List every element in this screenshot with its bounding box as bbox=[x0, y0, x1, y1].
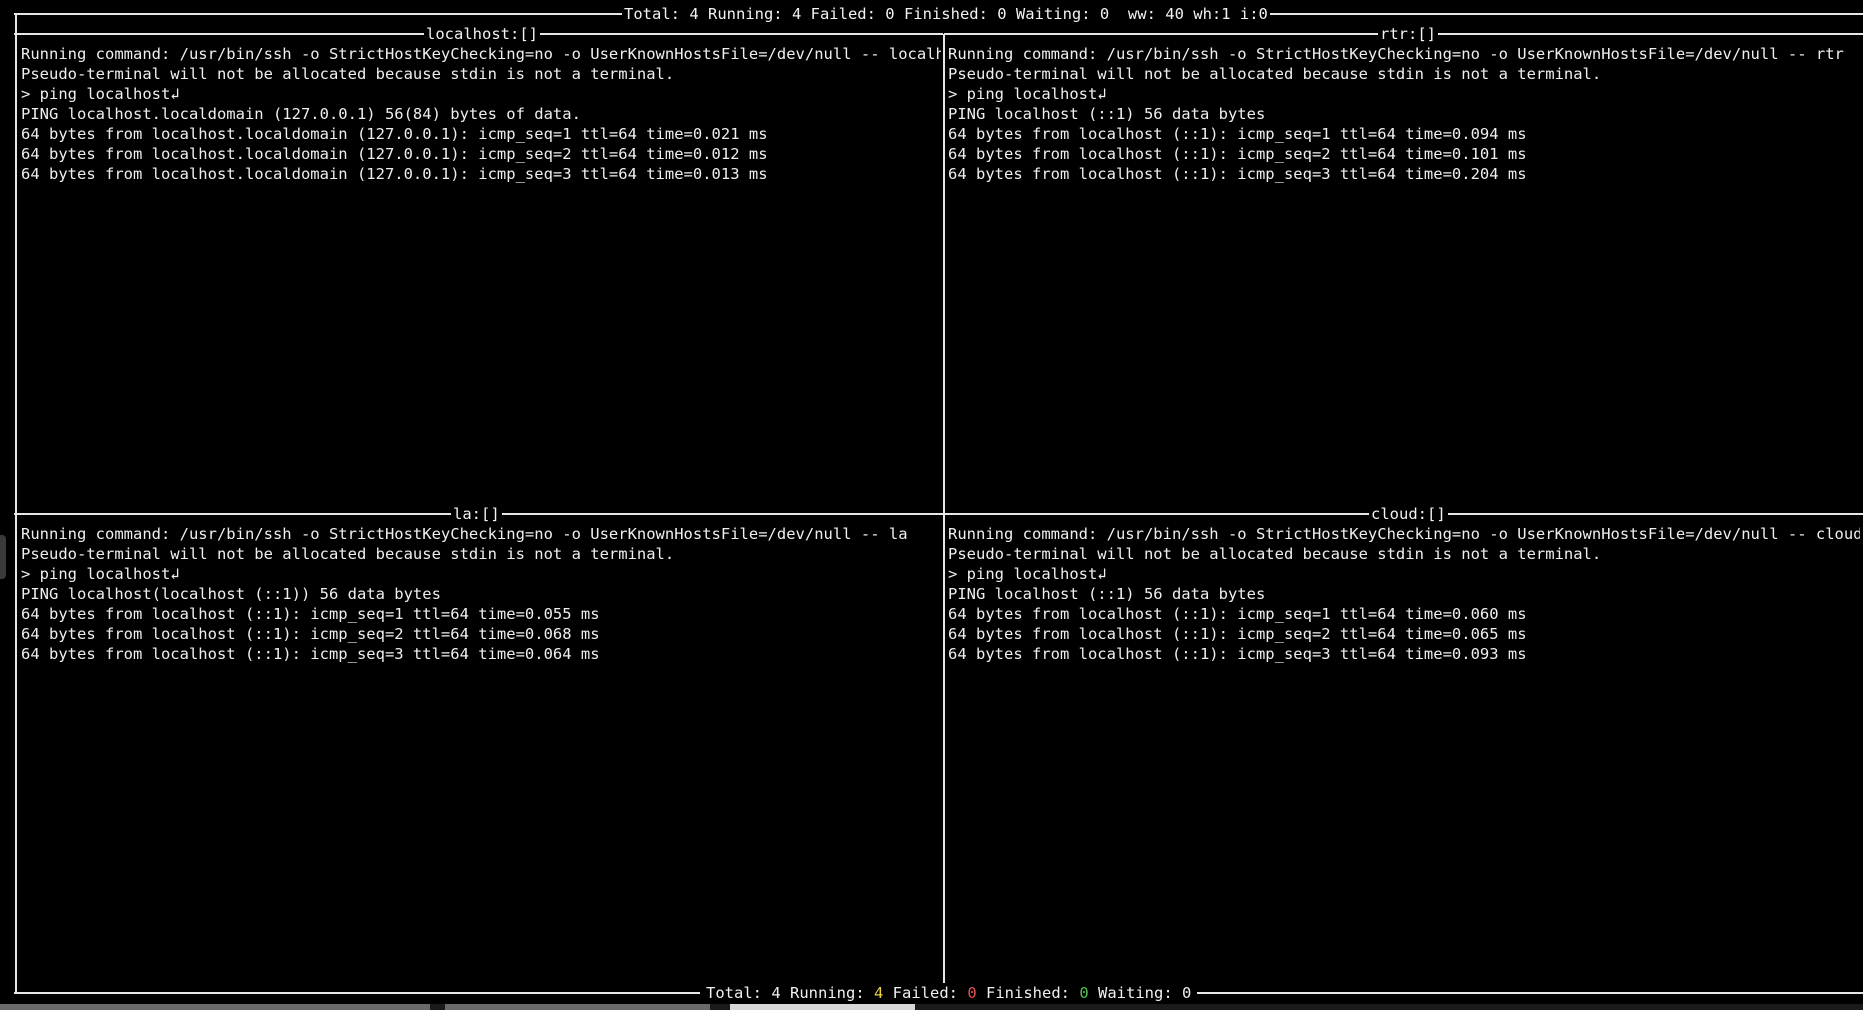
terminal-window[interactable]: Total: 4 Running: 4 Failed: 0 Finished: … bbox=[0, 0, 1863, 1010]
finished-count: 0 bbox=[1079, 984, 1089, 1002]
pane-line: PING localhost (::1) 56 data bytes bbox=[948, 585, 1266, 603]
pane-line: 64 bytes from localhost (::1): icmp_seq=… bbox=[948, 625, 1527, 643]
pane-line: Running command: /usr/bin/ssh -o StrictH… bbox=[948, 45, 1844, 63]
pane-line: 64 bytes from localhost (::1): icmp_seq=… bbox=[21, 645, 600, 663]
side-drag-handle[interactable] bbox=[0, 535, 6, 579]
pane-line: Running command: /usr/bin/ssh -o StrictH… bbox=[21, 45, 941, 63]
pane-cloud[interactable]: Running command: /usr/bin/ssh -o StrictH… bbox=[948, 524, 1860, 988]
pane-line: 64 bytes from localhost.localdomain (127… bbox=[21, 165, 768, 183]
pane-line: > ping localhost↲ bbox=[948, 565, 1107, 583]
pane-line: 64 bytes from localhost (::1): icmp_seq=… bbox=[21, 605, 600, 623]
pane-line: Running command: /usr/bin/ssh -o StrictH… bbox=[21, 525, 908, 543]
pane-line: PING localhost (::1) 56 data bytes bbox=[948, 105, 1266, 123]
pane-la[interactable]: Running command: /usr/bin/ssh -o StrictH… bbox=[21, 524, 941, 988]
pane-line: > ping localhost↲ bbox=[948, 85, 1107, 103]
pane-title-localhost: localhost:[] bbox=[424, 24, 540, 44]
pane-line: > ping localhost↲ bbox=[21, 85, 180, 103]
pane-line: 64 bytes from localhost (::1): icmp_seq=… bbox=[948, 645, 1527, 663]
scrollbar-thumb[interactable] bbox=[730, 1004, 915, 1010]
running-label: Running: bbox=[780, 984, 874, 1002]
failed-count: 0 bbox=[967, 984, 977, 1002]
status-bar-bottom: Total: 4 Running: 4 Failed: 0 Finished: … bbox=[700, 983, 1198, 1003]
pane-line: Pseudo-terminal will not be allocated be… bbox=[21, 545, 675, 563]
middle-divider bbox=[14, 513, 1863, 515]
finished-label: Finished: bbox=[976, 984, 1080, 1002]
scrollbar-segment bbox=[0, 1004, 430, 1010]
waiting-count: 0 bbox=[1182, 984, 1192, 1002]
pane-line: 64 bytes from localhost (::1): icmp_seq=… bbox=[948, 125, 1527, 143]
pane-line: Pseudo-terminal will not be allocated be… bbox=[948, 65, 1602, 83]
total-count: 4 bbox=[771, 984, 781, 1002]
total-label: Total: bbox=[706, 984, 772, 1002]
pane-line: Pseudo-terminal will not be allocated be… bbox=[21, 65, 675, 83]
scrollbar-segment bbox=[445, 1004, 710, 1010]
pane-line: 64 bytes from localhost (::1): icmp_seq=… bbox=[948, 145, 1527, 163]
pane-line: 64 bytes from localhost (::1): icmp_seq=… bbox=[948, 165, 1527, 183]
status-bar-top: Total: 4 Running: 4 Failed: 0 Finished: … bbox=[622, 4, 1270, 24]
pane-line: > ping localhost↲ bbox=[21, 565, 180, 583]
pane-line: 64 bytes from localhost (::1): icmp_seq=… bbox=[21, 625, 600, 643]
pane-line: PING localhost.localdomain (127.0.0.1) 5… bbox=[21, 105, 581, 123]
failed-label: Failed: bbox=[883, 984, 968, 1002]
pane-line: Running command: /usr/bin/ssh -o StrictH… bbox=[948, 525, 1860, 543]
horizontal-scrollbar[interactable] bbox=[0, 1004, 1863, 1010]
pane-line: 64 bytes from localhost.localdomain (127… bbox=[21, 145, 768, 163]
pane-line: PING localhost(localhost (::1)) 56 data … bbox=[21, 585, 441, 603]
pane-title-rtr: rtr:[] bbox=[1378, 24, 1438, 44]
pane-line: Pseudo-terminal will not be allocated be… bbox=[948, 545, 1602, 563]
pane-localhost[interactable]: Running command: /usr/bin/ssh -o StrictH… bbox=[21, 44, 941, 510]
waiting-label: Waiting: bbox=[1088, 984, 1183, 1002]
running-count: 4 bbox=[874, 984, 884, 1002]
pane-line: 64 bytes from localhost.localdomain (127… bbox=[21, 125, 768, 143]
pane-rtr[interactable]: Running command: /usr/bin/ssh -o StrictH… bbox=[948, 44, 1860, 510]
pane-line: 64 bytes from localhost (::1): icmp_seq=… bbox=[948, 605, 1527, 623]
left-border bbox=[15, 13, 17, 993]
